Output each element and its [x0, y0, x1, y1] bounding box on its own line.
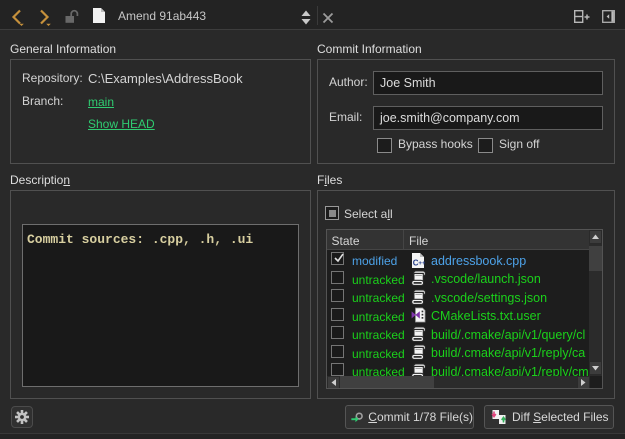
svg-text:++: ++ — [418, 259, 425, 266]
